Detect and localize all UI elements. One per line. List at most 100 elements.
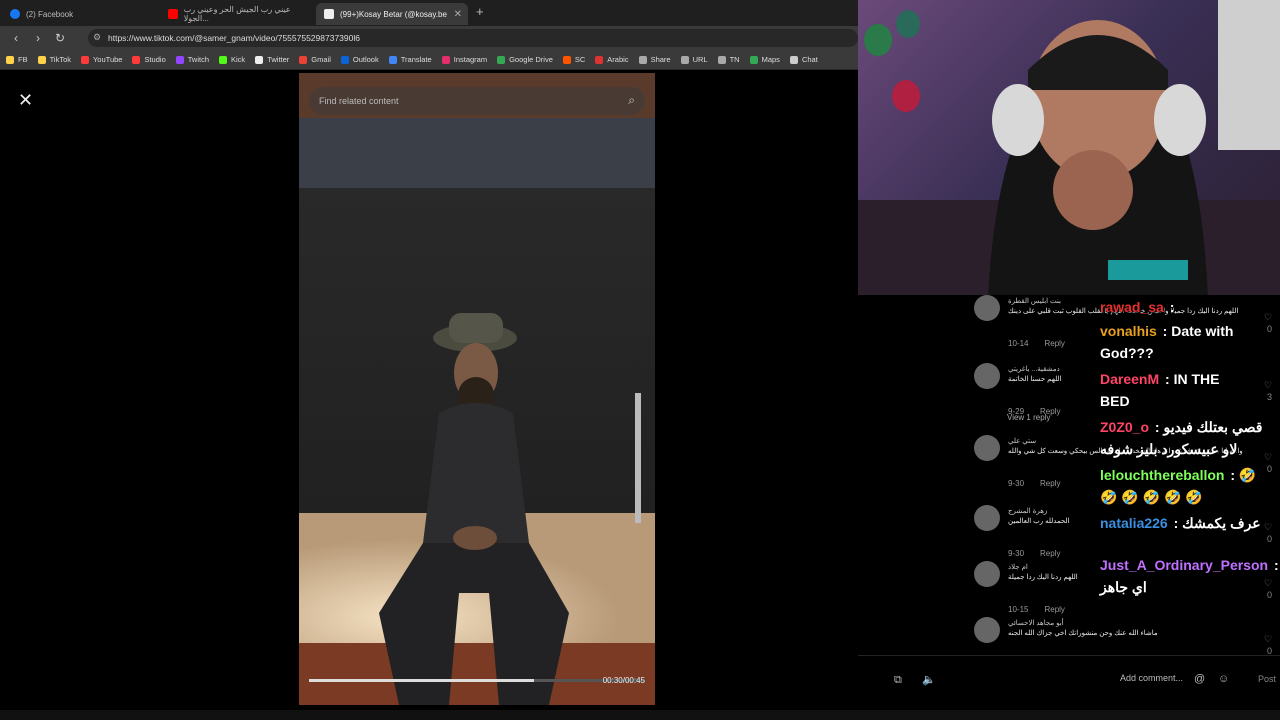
chat-username[interactable]: Z0Z0_o — [1100, 419, 1149, 435]
bookmark-gmail[interactable]: Gmail — [299, 55, 331, 64]
chat-username[interactable]: DareenM — [1100, 371, 1159, 387]
comment-username[interactable]: ستي علي — [1008, 437, 1036, 445]
tab-tiktok[interactable]: (99+)Kosay Betar (@kosay.be ✕ — [316, 3, 468, 25]
view-replies-link[interactable]: View 1 reply — [1007, 413, 1050, 422]
bookmark-label: Outlook — [352, 55, 379, 64]
like-icon[interactable]: ♡ — [1264, 522, 1272, 533]
bookmark-outlook[interactable]: Outlook — [340, 55, 379, 64]
site-info-icon[interactable]: ⚙ — [93, 32, 101, 43]
bookmark-kick[interactable]: Kick — [219, 55, 245, 64]
emoji-icon[interactable]: ☺ — [1218, 673, 1229, 685]
avatar[interactable] — [974, 435, 1000, 461]
bookmark-instagram[interactable]: Instagram — [441, 55, 488, 64]
chat-message: natalia226 : عرف يكمشك — [1100, 512, 1261, 534]
tab-title: (2) Facebook — [26, 9, 74, 19]
chat-username[interactable]: lelouchthereballon — [1100, 467, 1224, 483]
bookmark-icon — [219, 55, 228, 64]
bookmark-twitter[interactable]: Twitter — [255, 55, 289, 64]
bookmark-icon — [37, 55, 46, 64]
progress-bar[interactable] — [309, 679, 645, 682]
bookmark-fb[interactable]: FB — [6, 55, 28, 64]
chat-text: قصي بعتلك فيديو — [1163, 419, 1263, 435]
chat-username[interactable]: Just_A_Ordinary_Person — [1100, 557, 1268, 573]
comment-username[interactable]: دمشقية... ياغريتي — [1008, 365, 1060, 373]
tab-youtube[interactable]: عيني رب الجيش الحر وعيني رب الجولا... — [160, 3, 314, 25]
bookmark-url[interactable]: URL — [680, 55, 708, 64]
chat-username[interactable]: natalia226 — [1100, 515, 1168, 531]
bookmark-maps[interactable]: Maps — [749, 55, 780, 64]
reply-button[interactable]: Reply — [1040, 479, 1060, 488]
chat-text: God??? — [1100, 345, 1154, 361]
bookmark-google-drive[interactable]: Google Drive — [497, 55, 553, 64]
bookmark-icon — [749, 55, 758, 64]
bookmark-icon — [6, 55, 14, 64]
like-icon[interactable]: ♡ — [1264, 578, 1272, 589]
avatar[interactable] — [974, 561, 1000, 587]
avatar[interactable] — [974, 617, 1000, 643]
bookmark-translate[interactable]: Translate — [388, 55, 432, 64]
video-frame[interactable]: Find related content ⌕ 00:30/00:45 — [299, 73, 655, 705]
avatar[interactable] — [974, 363, 1000, 389]
cast-icon[interactable]: ⧉ — [894, 674, 902, 687]
close-icon[interactable]: ✕ — [18, 90, 33, 111]
bookmark-label: Arabic — [607, 55, 629, 64]
comment-username[interactable]: بنت ابليس القطرة — [1008, 297, 1061, 305]
reply-button[interactable]: Reply — [1044, 605, 1064, 614]
like-count: 0 — [1267, 590, 1273, 600]
avatar[interactable] — [974, 505, 1000, 531]
avatar[interactable] — [974, 295, 1000, 321]
bookmark-label: URL — [692, 55, 708, 64]
forward-icon[interactable]: › — [32, 31, 44, 45]
close-tab-icon[interactable]: ✕ — [454, 9, 462, 20]
bookmark-tn[interactable]: TN — [717, 55, 740, 64]
chat-text: BED — [1100, 393, 1130, 409]
comment-username[interactable]: أبو مجاهد الاحسائي — [1008, 619, 1064, 627]
video-image — [299, 73, 655, 705]
chat-message: rawad_sa : — [1100, 296, 1174, 318]
like-icon[interactable]: ♡ — [1264, 452, 1272, 463]
bookmark-icon — [340, 55, 349, 64]
reply-button[interactable]: Reply — [1044, 339, 1064, 348]
new-tab-icon[interactable]: + — [476, 4, 484, 19]
comment-input[interactable]: Add comment... — [1120, 673, 1183, 683]
bookmark-twitch[interactable]: Twitch — [175, 55, 209, 64]
timecode: 00:30/00:45 — [602, 676, 645, 685]
chat-separator: : — [1158, 323, 1172, 339]
bookmark-label: Google Drive — [509, 55, 553, 64]
chat-username[interactable]: vonalhis — [1100, 323, 1157, 339]
chat-separator: : — [1169, 515, 1183, 531]
mention-icon[interactable]: @ — [1194, 673, 1205, 685]
like-icon[interactable]: ♡ — [1264, 380, 1272, 391]
bookmark-youtube[interactable]: YouTube — [80, 55, 122, 64]
bookmark-sc[interactable]: SC — [562, 55, 585, 64]
post-button[interactable]: Post — [1258, 674, 1276, 684]
back-icon[interactable]: ‹ — [10, 31, 22, 45]
comment-username[interactable]: ام جلاد — [1008, 563, 1028, 571]
bookmark-label: Studio — [144, 55, 166, 64]
bookmark-icon — [595, 55, 604, 64]
bookmark-tiktok[interactable]: TikTok — [37, 55, 71, 64]
search-icon[interactable]: ⌕ — [628, 93, 635, 108]
tab-title: عيني رب الجيش الحر وعيني رب الجولا... — [183, 5, 291, 23]
search-placeholder: Find related content — [319, 96, 399, 106]
bookmark-label: Gmail — [311, 55, 331, 64]
search-input[interactable]: Find related content ⌕ — [309, 87, 645, 115]
tab-facebook[interactable]: (2) Facebook — [2, 3, 162, 25]
chat-message: BED — [1100, 390, 1130, 412]
like-icon[interactable]: ♡ — [1264, 312, 1272, 323]
bookmark-label: Instagram — [453, 55, 488, 64]
chat-username[interactable]: rawad_sa — [1100, 299, 1164, 315]
bookmark-share[interactable]: Share — [638, 55, 671, 64]
like-icon[interactable]: ♡ — [1264, 634, 1272, 645]
volume-icon[interactable]: 🔈 — [922, 673, 936, 686]
bookmark-chat[interactable]: Chat — [789, 55, 818, 64]
chat-message: vonalhis : Date with — [1100, 320, 1233, 342]
reply-button[interactable]: Reply — [1040, 549, 1060, 558]
bookmark-arabic[interactable]: Arabic — [595, 55, 629, 64]
url-field[interactable]: ⚙ https://www.tiktok.com/@samer_gnam/vid… — [88, 29, 858, 47]
bookmark-studio[interactable]: Studio — [132, 55, 166, 64]
comment-username[interactable]: زهرة المشرج — [1008, 507, 1047, 515]
comment-date: 10-15 — [1008, 605, 1029, 614]
bookmark-icon — [299, 55, 308, 64]
reload-icon[interactable]: ↻ — [54, 31, 66, 45]
